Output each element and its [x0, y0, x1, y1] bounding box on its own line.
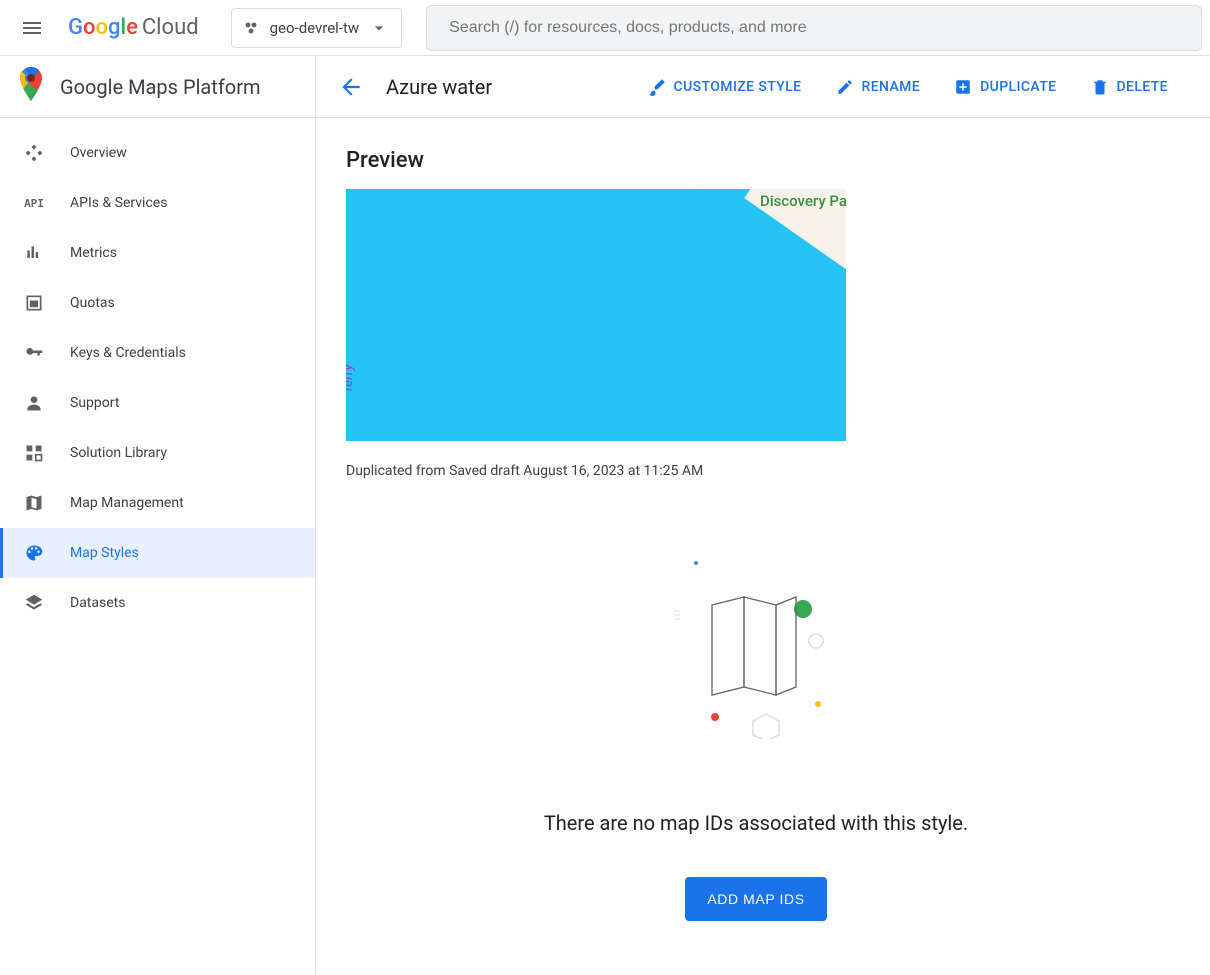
widgets-icon	[22, 443, 46, 463]
rename-button[interactable]: RENAME	[836, 78, 921, 96]
sidebar-title: Google Maps Platform	[60, 75, 261, 99]
sidebar-header: Google Maps Platform	[0, 56, 315, 118]
sidebar-item-map-styles[interactable]: Map Styles	[0, 528, 315, 578]
project-selector[interactable]: geo-devrel-tw	[231, 8, 403, 48]
content-area: Preview Discovery Pa ferry Duplicated fr…	[316, 118, 1196, 489]
support-icon	[22, 393, 46, 413]
trash-icon	[1091, 78, 1109, 96]
sidebar-item-label: Keys & Credentials	[70, 345, 186, 361]
sidebar-item-overview[interactable]: Overview	[0, 128, 315, 178]
project-name: geo-devrel-tw	[270, 19, 360, 37]
empty-state-message: There are no map IDs associated with thi…	[544, 811, 968, 835]
search-box[interactable]	[426, 5, 1202, 51]
action-label: RENAME	[862, 79, 921, 95]
key-icon	[22, 343, 46, 363]
brush-icon	[648, 78, 666, 96]
sidebar-item-support[interactable]: Support	[0, 378, 315, 428]
action-label: DELETE	[1117, 79, 1169, 95]
action-label: CUSTOMIZE STYLE	[674, 79, 802, 95]
sidebar-item-map-management[interactable]: Map Management	[0, 478, 315, 528]
menu-icon[interactable]	[8, 4, 56, 52]
metrics-icon	[22, 243, 46, 263]
quotas-icon	[22, 293, 46, 313]
google-cloud-logo[interactable]: Google Cloud	[68, 15, 199, 40]
palette-icon	[22, 543, 46, 563]
sidebar-item-label: Quotas	[70, 295, 115, 311]
cloud-label: Cloud	[142, 15, 199, 40]
sidebar-item-label: APIs & Services	[70, 195, 167, 211]
add-map-ids-button[interactable]: ADD MAP IDS	[685, 877, 826, 921]
action-label: DUPLICATE	[980, 79, 1056, 95]
page-actions: CUSTOMIZE STYLE RENAME DUPLICATE DELETE	[648, 78, 1188, 96]
sidebar-item-keys[interactable]: Keys & Credentials	[0, 328, 315, 378]
map-preview: Discovery Pa ferry	[346, 189, 846, 441]
api-icon: API	[22, 197, 46, 210]
delete-button[interactable]: DELETE	[1091, 78, 1169, 96]
map-icon	[22, 493, 46, 513]
empty-state-illustration	[666, 549, 846, 739]
empty-state: There are no map IDs associated with thi…	[316, 549, 1196, 921]
main-content: Azure water CUSTOMIZE STYLE RENAME DUPLI…	[316, 56, 1210, 975]
pencil-icon	[836, 78, 854, 96]
page-title: Azure water	[386, 75, 492, 99]
layers-icon	[22, 593, 46, 613]
sidebar-item-label: Datasets	[70, 595, 125, 611]
sidebar-item-label: Map Management	[70, 495, 184, 511]
top-bar: Google Cloud geo-devrel-tw	[0, 0, 1210, 56]
sidebar-nav: Overview API APIs & Services Metrics Quo…	[0, 118, 315, 628]
sidebar-item-quotas[interactable]: Quotas	[0, 278, 315, 328]
overview-icon	[22, 143, 46, 163]
duplicate-button[interactable]: DUPLICATE	[954, 78, 1056, 96]
page-header: Azure water CUSTOMIZE STYLE RENAME DUPLI…	[316, 56, 1210, 118]
search-input[interactable]	[447, 18, 1181, 38]
customize-style-button[interactable]: CUSTOMIZE STYLE	[648, 78, 802, 96]
preview-ferry-label: ferry	[346, 364, 356, 392]
project-icon	[244, 20, 260, 36]
sidebar-item-label: Overview	[70, 145, 127, 161]
chevron-down-icon	[369, 18, 389, 38]
sidebar: Google Maps Platform Overview API APIs &…	[0, 56, 316, 975]
preview-park-label: Discovery Pa	[760, 192, 846, 210]
sidebar-item-label: Solution Library	[70, 445, 167, 461]
sidebar-item-solution-library[interactable]: Solution Library	[0, 428, 315, 478]
sidebar-item-metrics[interactable]: Metrics	[0, 228, 315, 278]
preview-heading: Preview	[346, 148, 1166, 173]
duplicate-icon	[954, 78, 972, 96]
sidebar-item-apis[interactable]: API APIs & Services	[0, 178, 315, 228]
sidebar-item-label: Metrics	[70, 245, 117, 261]
sidebar-item-label: Map Styles	[70, 545, 139, 561]
maps-pin-icon	[18, 67, 44, 106]
preview-caption: Duplicated from Saved draft August 16, 2…	[346, 463, 1166, 479]
sidebar-item-label: Support	[70, 395, 119, 411]
sidebar-item-datasets[interactable]: Datasets	[0, 578, 315, 628]
back-arrow-icon[interactable]	[338, 74, 364, 100]
